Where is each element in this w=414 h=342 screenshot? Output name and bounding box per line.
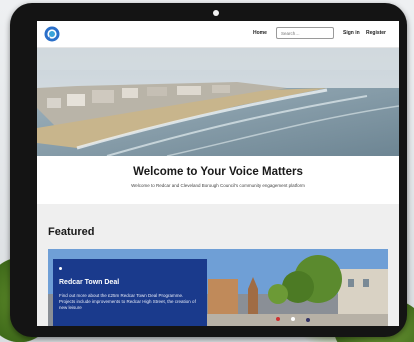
site-header: Home Sign in Register [37, 21, 399, 48]
page-subtitle: Welcome to Redcar and Cleveland Borough … [131, 183, 305, 188]
sign-in-link[interactable]: Sign in [343, 30, 360, 36]
card-description: Find out more about the £25m Redcar Town… [59, 293, 196, 310]
register-link[interactable]: Register [366, 30, 386, 36]
featured-card[interactable]: Redcar Town Deal Find out more about the… [53, 259, 207, 326]
hero-banner-image [37, 48, 399, 156]
speech-bubble-logo-icon[interactable] [44, 26, 60, 42]
nav-home-link[interactable]: Home [253, 30, 267, 36]
card-bullet-icon [59, 267, 62, 270]
search-input[interactable] [276, 27, 334, 39]
page-title: Welcome to Your Voice Matters [133, 166, 303, 178]
card-title[interactable]: Redcar Town Deal [59, 279, 119, 286]
camera-icon [213, 10, 219, 16]
featured-heading: Featured [48, 226, 95, 238]
website-screen: Home Sign in Register [37, 21, 399, 326]
